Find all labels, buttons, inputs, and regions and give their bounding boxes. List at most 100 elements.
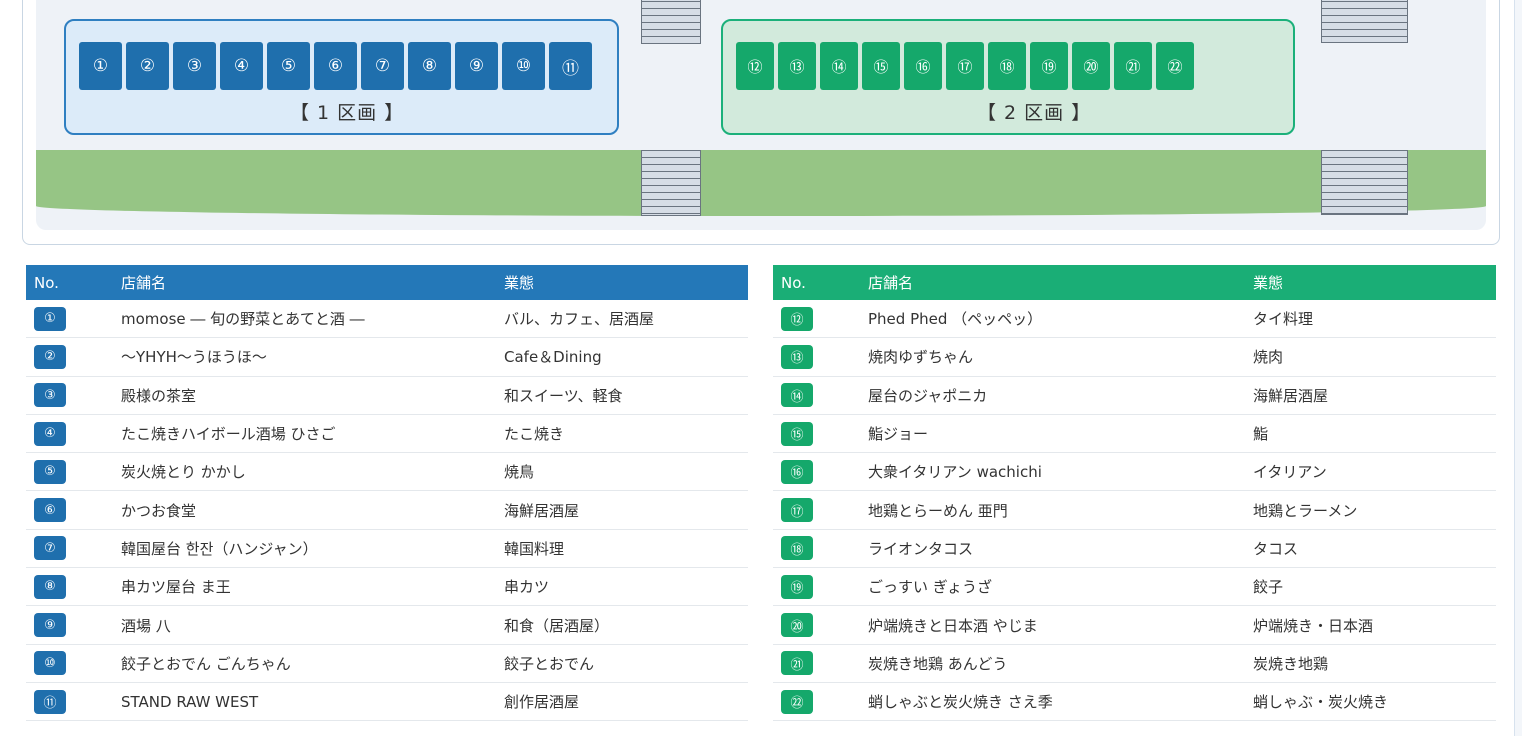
stall-12[interactable]: ⑫ bbox=[736, 42, 774, 90]
shop-name: 韓国屋台 한잔（ハンジャン） bbox=[121, 539, 318, 558]
shop-type: 蛸しゃぶ・炭火焼き bbox=[1253, 693, 1389, 712]
row-number-badge: ⑤ bbox=[34, 459, 66, 484]
row-number-badge: ⑪ bbox=[34, 689, 66, 714]
table-row: ㉑ 炭焼き地鶏 あんどう 炭焼き地鶏 bbox=[773, 645, 1496, 683]
shop-name: ライオンタコス bbox=[868, 539, 974, 558]
shop-type: たこ焼き bbox=[504, 425, 565, 444]
shop-name: 炭火焼とり かかし bbox=[121, 463, 246, 482]
row-number-cell: ⑫ bbox=[773, 306, 868, 331]
stairs-icon bbox=[641, 150, 701, 216]
row-number-badge: ⑱ bbox=[781, 536, 813, 561]
shop-name: ごっすい ぎょうざ bbox=[868, 578, 993, 597]
table-row: ⑦ 韓国屋台 한잔（ハンジャン） 韓国料理 bbox=[26, 530, 748, 569]
stall-14[interactable]: ⑭ bbox=[820, 42, 858, 90]
stall-18[interactable]: ⑱ bbox=[988, 42, 1026, 90]
table-row: ⑯ 大衆イタリアン wachichi イタリアン bbox=[773, 453, 1496, 492]
shop-name: 蛸しゃぶと炭火焼き さえ季 bbox=[868, 693, 1053, 712]
row-number-cell: ② bbox=[26, 344, 121, 369]
row-number-cell: ⑲ bbox=[773, 574, 868, 599]
stall-2[interactable]: ② bbox=[126, 42, 169, 90]
shop-name: 串カツ屋台 ま王 bbox=[121, 578, 231, 597]
row-number-badge: ⑥ bbox=[34, 498, 66, 523]
shop-type: 地鶏とラーメン bbox=[1253, 501, 1358, 520]
shop-type: 焼鳥 bbox=[504, 463, 535, 482]
table-row: ㉒ 蛸しゃぶと炭火焼き さえ季 蛸しゃぶ・炭火焼き bbox=[773, 683, 1496, 722]
stall-7[interactable]: ⑦ bbox=[361, 42, 404, 90]
row-number-cell: ⑱ bbox=[773, 536, 868, 561]
shop-type: 和スイーツ、軽食 bbox=[504, 386, 623, 405]
table-row: ⑪ STAND RAW WEST 創作居酒屋 bbox=[26, 683, 748, 722]
row-number-cell: ㉒ bbox=[773, 689, 868, 714]
stall-8[interactable]: ⑧ bbox=[408, 42, 451, 90]
row-number-cell: ⑮ bbox=[773, 421, 868, 446]
zone-1-stalls: ①②③④⑤⑥⑦⑧⑨⑩⑪ bbox=[79, 42, 592, 90]
stall-16[interactable]: ⑯ bbox=[904, 42, 942, 90]
shop-type: Cafe＆Dining bbox=[504, 348, 602, 367]
row-number-badge: ⑳ bbox=[781, 613, 813, 638]
stall-17[interactable]: ⑰ bbox=[946, 42, 984, 90]
stall-19[interactable]: ⑲ bbox=[1030, 42, 1068, 90]
zone-1-label: 【 1 区画 】 bbox=[290, 102, 405, 124]
page-scrollbar-edge[interactable] bbox=[1514, 0, 1522, 736]
shop-type: 餃子とおでん bbox=[504, 654, 595, 673]
row-number-cell: ⑦ bbox=[26, 536, 121, 561]
row-number-cell: ④ bbox=[26, 421, 121, 446]
shop-type: イタリアン bbox=[1253, 463, 1327, 482]
table-row: ⑮ 鮨ジョー 鮨 bbox=[773, 415, 1496, 454]
shop-name: 大衆イタリアン wachichi bbox=[868, 463, 1042, 482]
row-number-badge: ⑨ bbox=[34, 613, 66, 638]
zone-2-stalls: ⑫⑬⑭⑮⑯⑰⑱⑲⑳㉑㉒ bbox=[736, 42, 1194, 90]
row-number-badge: ⑭ bbox=[781, 383, 813, 408]
stall-21[interactable]: ㉑ bbox=[1114, 42, 1152, 90]
stall-4[interactable]: ④ bbox=[220, 42, 263, 90]
table-row: ① momose ― 旬の野菜とあてと酒 ― バル、カフェ、居酒屋 bbox=[26, 300, 748, 339]
shop-type: 韓国料理 bbox=[504, 539, 565, 558]
stall-22[interactable]: ㉒ bbox=[1156, 42, 1194, 90]
row-number-badge: ⑩ bbox=[34, 651, 66, 676]
row-number-cell: ⑯ bbox=[773, 459, 868, 484]
stall-15[interactable]: ⑮ bbox=[862, 42, 900, 90]
table-row: ⑳ 炉端焼きと日本酒 やじま 炉端焼き・日本酒 bbox=[773, 606, 1496, 645]
stall-3[interactable]: ③ bbox=[173, 42, 216, 90]
stall-1[interactable]: ① bbox=[79, 42, 122, 90]
table-row: ⑫ Phed Phed （ペッペッ） タイ料理 bbox=[773, 300, 1496, 339]
shop-name: 餃子とおでん ごんちゃん bbox=[121, 654, 291, 673]
shop-type: 餃子 bbox=[1253, 578, 1284, 597]
table-header: No. 店舗名 業態 bbox=[26, 265, 748, 300]
shop-type: 焼肉 bbox=[1253, 348, 1284, 367]
stall-10[interactable]: ⑩ bbox=[502, 42, 545, 90]
stall-13[interactable]: ⑬ bbox=[778, 42, 816, 90]
row-number-badge: ⑲ bbox=[781, 574, 813, 599]
shop-type: 串カツ bbox=[504, 578, 550, 597]
row-number-cell: ⑨ bbox=[26, 613, 121, 638]
grass-area bbox=[36, 150, 1486, 216]
table-row: ⑬ 焼肉ゆずちゃん 焼肉 bbox=[773, 338, 1496, 377]
shop-name: たこ焼きハイボール酒場 ひさご bbox=[121, 425, 336, 444]
table-row: ⑭ 屋台のジャポニカ 海鮮居酒屋 bbox=[773, 377, 1496, 415]
shop-type: 海鮮居酒屋 bbox=[504, 501, 580, 520]
stall-6[interactable]: ⑥ bbox=[314, 42, 357, 90]
table-row: ⑥ かつお食堂 海鮮居酒屋 bbox=[26, 491, 748, 530]
stall-11[interactable]: ⑪ bbox=[549, 42, 592, 90]
row-number-cell: ⑥ bbox=[26, 498, 121, 523]
row-number-badge: ⑯ bbox=[781, 459, 813, 484]
header-name: 店舗名 bbox=[868, 274, 914, 292]
shop-name: Phed Phed （ペッペッ） bbox=[868, 310, 1043, 329]
shop-name: STAND RAW WEST bbox=[121, 692, 259, 711]
zone-2-label: 【 2 区画 】 bbox=[977, 102, 1092, 124]
shop-type: 炉端焼き・日本酒 bbox=[1253, 616, 1374, 635]
stall-9[interactable]: ⑨ bbox=[455, 42, 498, 90]
shop-name: 炉端焼きと日本酒 やじま bbox=[868, 616, 1038, 635]
shop-type: 鮨 bbox=[1253, 425, 1269, 444]
row-number-cell: ⑰ bbox=[773, 498, 868, 523]
table-row: ⑱ ライオンタコス タコス bbox=[773, 530, 1496, 569]
stall-5[interactable]: ⑤ bbox=[267, 42, 310, 90]
row-number-cell: ㉑ bbox=[773, 651, 868, 676]
table-row: ⑧ 串カツ屋台 ま王 串カツ bbox=[26, 568, 748, 607]
row-number-badge: ⑦ bbox=[34, 536, 66, 561]
row-number-cell: ⑩ bbox=[26, 651, 121, 676]
shop-type: タイ料理 bbox=[1253, 310, 1314, 329]
stairs-icon bbox=[1321, 150, 1408, 215]
stall-20[interactable]: ⑳ bbox=[1072, 42, 1110, 90]
shop-name: 鮨ジョー bbox=[868, 425, 929, 444]
